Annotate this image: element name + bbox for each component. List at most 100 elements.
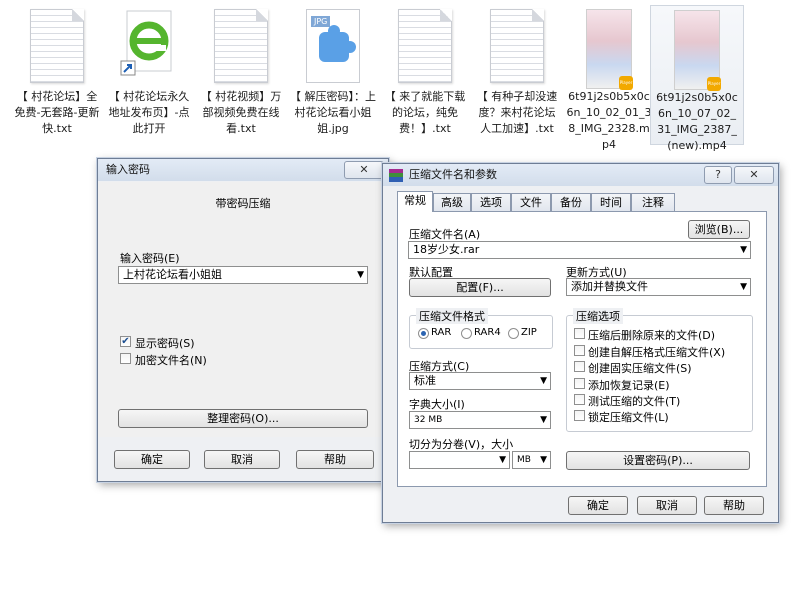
file-name: 【 有种子却没速度？来村花论坛人工加速】.txt (476, 90, 558, 135)
image-file-icon: JPG (306, 9, 360, 83)
dictionary-size-select[interactable]: 32 MB ▼ (409, 411, 551, 429)
text-document-icon (30, 9, 84, 83)
dialog-heading: 带密码压缩 (215, 197, 271, 210)
file-type-badge: JPG (311, 16, 331, 27)
text-document-icon (398, 9, 452, 83)
tab-advanced[interactable]: 高级 (433, 193, 471, 211)
tab-backup[interactable]: 备份 (551, 193, 591, 211)
encrypt-filenames-label: 加密文件名(N) (135, 354, 207, 367)
file-item-selected[interactable]: Player 6t91j2s0b5x0c6n_10_07_02_31_IMG_2… (650, 5, 744, 152)
file-item[interactable]: 【 村花视频】万部视频免费在线看.txt (194, 5, 288, 145)
format-zip-label: ZIP (521, 327, 537, 338)
split-volumes-label: 切分为分卷(V)，大小 (409, 438, 514, 451)
compression-method-select[interactable]: 标准 ▼ (409, 372, 551, 390)
split-unit-select[interactable]: MB ▼ (512, 451, 551, 469)
file-name: 【 村花论坛】全免费-无套路-更新快.txt (14, 90, 100, 135)
help-icon[interactable]: ? (704, 166, 732, 184)
file-item[interactable]: 【 来了就能下载的论坛，纯免费！】.txt (378, 5, 472, 145)
chevron-down-icon[interactable]: ▼ (540, 412, 547, 428)
format-zip-radio[interactable] (508, 328, 519, 339)
split-unit-value: MB (517, 455, 531, 465)
help-button[interactable]: 帮助 (704, 496, 764, 515)
set-password-button[interactable]: 设置密码(P)... (566, 451, 750, 470)
dictionary-size-label: 字典大小(I) (409, 398, 465, 411)
option-checkbox[interactable] (574, 361, 585, 372)
file-item[interactable]: 【 村花论坛】全免费-无套路-更新快.txt (10, 5, 104, 145)
format-rar4-radio[interactable] (461, 328, 472, 339)
option-label: 创建自解压格式压缩文件(X) (588, 346, 726, 359)
file-name: 【 解压密码】：上村花论坛看小姐姐.jpg (290, 90, 376, 135)
cancel-button[interactable]: 取消 (204, 450, 280, 469)
file-name: 【 来了就能下载的论坛，纯免费！】.txt (384, 90, 466, 135)
tab-comment[interactable]: 注释 (631, 193, 675, 211)
file-item[interactable]: 【 村花论坛永久地址发布页】-点此打开 (102, 5, 196, 145)
chevron-down-icon[interactable]: ▼ (740, 279, 747, 295)
encrypt-filenames-checkbox[interactable] (120, 353, 131, 364)
file-name: 【 村花视频】万部视频免费在线看.txt (200, 90, 282, 135)
help-button[interactable]: 帮助 (296, 450, 374, 469)
browse-button[interactable]: 浏览(B)... (688, 220, 750, 239)
tab-time[interactable]: 时间 (591, 193, 631, 211)
option-label: 锁定压缩文件(L) (588, 411, 669, 424)
winrar-icon (389, 169, 403, 182)
chevron-down-icon[interactable]: ▼ (540, 452, 547, 468)
file-name: 6t91j2s0b5x0c6n_10_07_02_31_IMG_2387_(ne… (656, 91, 738, 152)
option-label: 创建固实压缩文件(S) (588, 362, 692, 375)
update-mode-value: 添加并替换文件 (571, 280, 648, 293)
update-mode-select[interactable]: 添加并替换文件 ▼ (566, 278, 751, 296)
archive-name-value: 18岁少女.rar (413, 243, 480, 256)
password-value: 上村花论坛看小姐姐 (123, 268, 222, 281)
compression-method-value: 标准 (414, 374, 436, 387)
dictionary-size-value: 32 MB (414, 415, 443, 425)
file-item[interactable]: Player 6t91j2s0b5x0c6n_10_02_01_38_IMG_2… (562, 5, 656, 151)
text-document-icon (214, 9, 268, 83)
ok-button[interactable]: 确定 (568, 496, 628, 515)
compression-options-title: 压缩选项 (573, 308, 623, 324)
option-checkbox[interactable] (574, 410, 585, 421)
archive-name-input[interactable]: 18岁少女.rar ▼ (408, 241, 751, 259)
chevron-down-icon[interactable]: ▼ (740, 242, 747, 258)
file-item[interactable]: 【 有种子却没速度？来村花论坛人工加速】.txt (470, 5, 564, 145)
dialog-body: 带密码压缩 输入密码(E) 上村花论坛看小姐姐 ▼ ✔ 显示密码(S) 加密文件… (98, 182, 388, 437)
password-label: 输入密码(E) (120, 252, 180, 265)
tab-files[interactable]: 文件 (511, 193, 551, 211)
tab-options[interactable]: 选项 (471, 193, 511, 211)
archive-name-label: 压缩文件名(A) (409, 228, 481, 241)
video-thumbnail: Player (674, 10, 721, 91)
password-dialog: 输入密码 ✕ 带密码压缩 输入密码(E) 上村花论坛看小姐姐 ▼ ✔ 显示密码(… (97, 158, 389, 482)
show-password-checkbox[interactable]: ✔ (120, 336, 131, 347)
organize-passwords-button[interactable]: 整理密码(O)... (118, 409, 368, 428)
close-button[interactable]: ✕ (734, 166, 774, 184)
option-checkbox[interactable] (574, 345, 585, 356)
file-name: 6t91j2s0b5x0c6n_10_02_01_38_IMG_2328.mp4 (566, 90, 652, 151)
format-rar4-label: RAR4 (474, 327, 501, 338)
archive-format-title: 压缩文件格式 (416, 308, 488, 324)
chevron-down-icon[interactable]: ▼ (540, 373, 547, 389)
chevron-down-icon[interactable]: ▼ (499, 452, 506, 468)
ok-button[interactable]: 确定 (114, 450, 190, 469)
internet-explorer-icon (119, 9, 179, 81)
cancel-button[interactable]: 取消 (637, 496, 697, 515)
option-label: 压缩后删除原来的文件(D) (588, 329, 716, 342)
file-name: 【 村花论坛永久地址发布页】-点此打开 (108, 90, 190, 135)
close-button[interactable]: ✕ (344, 161, 384, 179)
option-checkbox[interactable] (574, 378, 585, 389)
chevron-down-icon[interactable]: ▼ (357, 267, 364, 283)
config-button[interactable]: 配置(F)... (409, 278, 551, 297)
format-rar-label: RAR (431, 327, 452, 338)
split-size-input[interactable]: ▼ (409, 451, 510, 469)
option-label: 测试压缩的文件(T) (588, 395, 681, 408)
password-input[interactable]: 上村花论坛看小姐姐 ▼ (118, 266, 368, 284)
puzzle-icon (319, 25, 356, 62)
player-icon: Player (707, 77, 721, 91)
file-item[interactable]: JPG 【 解压密码】：上村花论坛看小姐姐.jpg (286, 5, 380, 145)
show-password-label: 显示密码(S) (135, 337, 195, 350)
player-icon: Player (619, 76, 633, 90)
option-checkbox[interactable] (574, 328, 585, 339)
tab-general[interactable]: 常规 (397, 191, 433, 212)
option-checkbox[interactable] (574, 394, 585, 405)
format-rar-radio[interactable] (418, 328, 429, 339)
option-label: 添加恢复记录(E) (588, 379, 670, 392)
text-document-icon (490, 9, 544, 83)
video-thumbnail: Player (586, 9, 633, 90)
